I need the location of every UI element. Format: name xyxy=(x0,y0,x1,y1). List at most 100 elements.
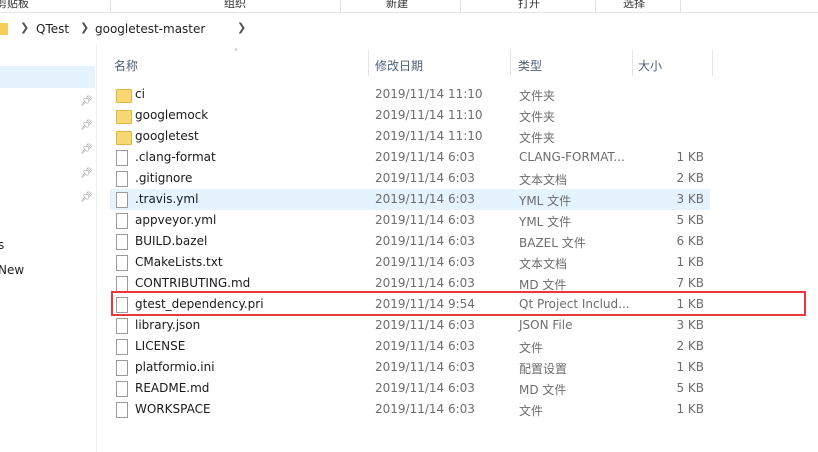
file-size: 7 KB xyxy=(676,276,704,290)
column-header-name[interactable]: 名称 xyxy=(114,57,138,74)
file-icon xyxy=(116,213,128,229)
file-row[interactable]: WORKSPACE 2019/11/14 6:03 文件 1 KB xyxy=(110,399,710,420)
chevron-right-icon[interactable]: ❯ xyxy=(237,21,246,34)
file-date: 2019/11/14 6:03 xyxy=(375,276,475,290)
file-name: BUILD.bazel xyxy=(135,234,208,248)
json-file-icon xyxy=(116,318,128,334)
pin-icon[interactable]: 📌︎ xyxy=(80,120,93,131)
file-date: 2019/11/14 6:03 xyxy=(375,255,475,269)
file-name: appveyor.yml xyxy=(135,213,217,227)
file-date: 2019/11/14 6:03 xyxy=(375,213,475,227)
ribbon-group-open: 打开 xyxy=(518,0,540,10)
settings-file-icon xyxy=(116,360,128,376)
file-type: YML 文件 xyxy=(519,194,572,208)
file-type: 文本文档 xyxy=(519,257,568,271)
ribbon-group-new: 新建 xyxy=(386,0,408,10)
file-name: README.md xyxy=(135,381,210,395)
file-icon xyxy=(116,234,128,250)
file-size: 5 KB xyxy=(676,213,704,227)
pin-icon[interactable]: 📌︎ xyxy=(80,144,93,155)
file-name: LICENSE xyxy=(135,339,186,353)
file-date: 2019/11/14 6:03 xyxy=(375,192,475,206)
file-row[interactable]: appveyor.yml 2019/11/14 6:03 YML 文件 5 KB xyxy=(110,210,710,231)
file-row[interactable]: LICENSE 2019/11/14 6:03 文件 2 KB xyxy=(110,336,710,357)
file-date: 2019/11/14 6:03 xyxy=(375,339,475,353)
breadcrumb-item-qtest[interactable]: QTest xyxy=(36,22,69,36)
file-name: ci xyxy=(135,87,145,101)
breadcrumb-item-googletest-master[interactable]: googletest-master xyxy=(95,22,205,36)
file-icon xyxy=(116,150,128,166)
file-name: platformio.ini xyxy=(135,360,215,374)
file-name: .gitignore xyxy=(135,171,193,185)
file-date: 2019/11/14 11:10 xyxy=(375,129,483,143)
file-size: 6 KB xyxy=(676,234,704,248)
file-type: BAZEL 文件 xyxy=(519,236,586,250)
folder-icon xyxy=(116,131,132,145)
folder-icon xyxy=(116,110,132,124)
file-row[interactable]: CMakeLists.txt 2019/11/14 6:03 文本文档 1 KB xyxy=(110,252,710,273)
text-file-icon xyxy=(116,255,128,271)
file-size: 1 KB xyxy=(676,255,704,269)
file-type: 文件夹 xyxy=(519,89,556,103)
chevron-right-icon[interactable]: ❯ xyxy=(80,21,89,34)
file-name: library.json xyxy=(135,318,201,332)
column-header-size[interactable]: 大小 xyxy=(638,57,662,74)
file-icon xyxy=(116,192,128,208)
file-row[interactable]: platformio.ini 2019/11/14 6:03 配置设置 1 KB xyxy=(110,357,710,378)
file-name: .travis.yml xyxy=(135,192,199,206)
file-date: 2019/11/14 6:03 xyxy=(375,171,475,185)
file-type: 配置设置 xyxy=(519,362,568,376)
file-date: 2019/11/14 6:03 xyxy=(375,150,475,164)
file-row[interactable]: googlemock 2019/11/14 11:10 文件夹 xyxy=(110,105,710,126)
file-row[interactable]: BUILD.bazel 2019/11/14 6:03 BAZEL 文件 6 KB xyxy=(110,231,710,252)
file-name: googlemock xyxy=(135,108,209,122)
file-size: 2 KB xyxy=(676,171,704,185)
file-row[interactable]: googletest 2019/11/14 11:10 文件夹 xyxy=(110,126,710,147)
nav-item-label[interactable]: s xyxy=(0,238,4,252)
file-name: CONTRIBUTING.md xyxy=(135,276,251,290)
file-size: 1 KB xyxy=(676,360,704,374)
file-size: 3 KB xyxy=(676,318,704,332)
file-type: 文件夹 xyxy=(519,131,556,145)
file-row[interactable]: ci 2019/11/14 11:10 文件夹 xyxy=(110,84,710,105)
column-headers: 名称 修改日期 类型 大小 xyxy=(110,50,715,76)
column-header-date[interactable]: 修改日期 xyxy=(375,57,423,74)
file-type: MD 文件 xyxy=(519,383,567,397)
pin-icon[interactable]: 📌︎ xyxy=(80,192,93,203)
folder-icon xyxy=(116,89,132,103)
file-icon xyxy=(116,381,128,397)
file-row[interactable]: .clang-format 2019/11/14 6:03 CLANG-FORMAT… xyxy=(110,147,710,168)
file-icon xyxy=(116,276,128,292)
file-date: 2019/11/14 11:10 xyxy=(375,108,483,122)
file-date: 2019/11/14 6:03 xyxy=(375,360,475,374)
file-type: 文件 xyxy=(519,404,544,418)
file-row[interactable]: library.json 2019/11/14 6:03 JSON File 3 KB xyxy=(110,315,710,336)
file-type: 文件 xyxy=(519,341,544,355)
ribbon-group-organize: 组织 xyxy=(224,0,246,10)
pin-icon[interactable]: 📌︎ xyxy=(80,96,93,107)
file-row[interactable]: README.md 2019/11/14 6:03 MD 文件 5 KB xyxy=(110,378,710,399)
file-type: 文件夹 xyxy=(519,110,556,124)
file-size: 1 KB xyxy=(676,402,704,416)
file-type: CLANG-FORMAT... xyxy=(519,150,625,164)
file-icon xyxy=(116,339,128,355)
file-type: 文本文档 xyxy=(519,173,568,187)
file-date: 2019/11/14 6:03 xyxy=(375,381,475,395)
file-date: 2019/11/14 6:03 xyxy=(375,402,475,416)
file-date: 2019/11/14 11:10 xyxy=(375,87,483,101)
file-row[interactable]: .travis.yml 2019/11/14 6:03 YML 文件 3 KB xyxy=(110,189,710,210)
file-type: JSON File xyxy=(519,318,573,332)
chevron-right-icon[interactable]: ❯ xyxy=(20,21,29,34)
file-name: googletest xyxy=(135,129,199,143)
pin-icon[interactable]: 📌︎ xyxy=(80,168,93,179)
file-icon xyxy=(116,402,128,418)
file-type: YML 文件 xyxy=(519,215,572,229)
address-bar[interactable]: ❯ QTest ❯ googletest-master ❯ xyxy=(0,19,818,43)
file-size: 5 KB xyxy=(676,381,704,395)
file-size: 1 KB xyxy=(676,150,704,164)
navigation-pane[interactable]: 📌︎ 📌︎ 📌︎ 📌︎ 📌︎ s New xyxy=(0,44,97,452)
column-header-type[interactable]: 类型 xyxy=(518,57,542,74)
nav-selected-item[interactable] xyxy=(0,66,95,88)
nav-item-label[interactable]: New xyxy=(0,263,24,277)
file-row[interactable]: .gitignore 2019/11/14 6:03 文本文档 2 KB xyxy=(110,168,710,189)
